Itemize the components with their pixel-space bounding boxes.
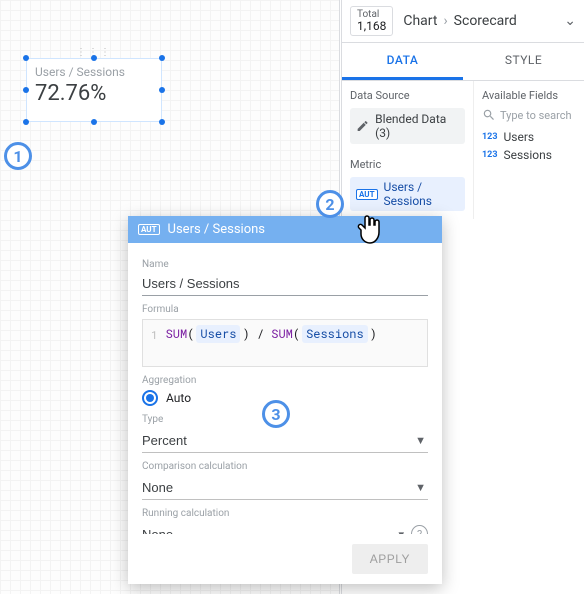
tab-style[interactable]: STYLE [463,43,584,80]
type-select[interactable] [142,427,428,453]
annotation-1: 1 [4,142,32,170]
metric-label: Metric [350,158,465,171]
search-icon [482,108,496,122]
annotation-2: 2 [316,190,344,218]
field-sessions[interactable]: 123Sessions [482,148,576,162]
total-value: 1,168 [357,20,386,33]
available-fields-label: Available Fields [482,89,576,102]
aggregation-auto-radio[interactable] [142,390,158,406]
formula-label: Formula [142,304,428,315]
scorecard-title: Users / Sessions [35,65,153,79]
pencil-icon [356,119,369,133]
running-select[interactable] [142,521,405,534]
running-label: Running calculation [142,508,428,519]
total-box: Total 1,168 [350,6,393,36]
aggregation-label: Aggregation [142,375,428,386]
comparison-select[interactable] [142,474,428,500]
field-users[interactable]: 123Users [482,130,576,144]
annotation-3: 3 [262,400,290,428]
search-placeholder: Type to search [500,109,572,122]
tab-data[interactable]: DATA [342,43,463,80]
aut-badge: AUT [138,224,160,235]
formula-editor[interactable]: 1 SUM(Users) / SUM(Sessions) [142,319,428,367]
chevron-down-icon[interactable]: ⌄ [564,13,576,29]
apply-button[interactable]: APPLY [352,544,428,574]
scorecard-selected[interactable]: ⋮⋮⋮ Users / Sessions 72.76% [26,58,162,122]
comparison-label: Comparison calculation [142,461,428,472]
chevron-right-icon: › [443,13,447,29]
data-source-label: Data Source [350,89,465,102]
editor-title: Users / Sessions [168,222,265,237]
metric-editor: AUT Users / Sessions Name Formula 1 SUM(… [128,216,442,584]
help-icon[interactable]: ? [411,525,428,534]
editor-header[interactable]: AUT Users / Sessions [128,216,442,243]
metric-chip[interactable]: AUT Users / Sessions [350,177,465,211]
breadcrumb[interactable]: Chart › Scorecard [403,13,564,29]
name-label: Name [142,259,428,270]
name-input[interactable] [142,272,428,296]
aggregation-value: Auto [166,391,191,405]
data-source-chip[interactable]: Blended Data (3) [350,108,465,144]
field-search[interactable]: Type to search [482,108,576,122]
aut-badge: AUT [356,189,378,200]
scorecard-value: 72.76% [35,81,153,106]
